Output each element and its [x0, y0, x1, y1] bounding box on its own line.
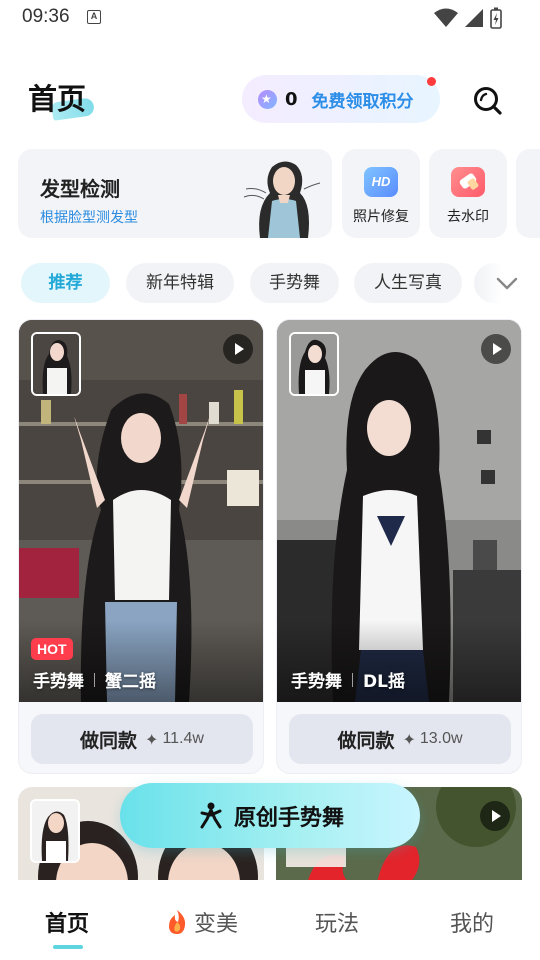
video-card[interactable]: HOT 手势舞 蟹二摇 做同款 ✦ 11.4w	[18, 319, 264, 774]
tab-recommend[interactable]: 推荐	[21, 263, 110, 303]
sparkle-icon: ✦	[145, 729, 159, 749]
bottom-nav: 首页 变美 玩法 我的	[0, 880, 540, 960]
original-gesture-dance-button[interactable]: 原创手势舞	[120, 783, 420, 848]
play-icon[interactable]	[223, 334, 253, 364]
card-tags: 手势舞 DL摇	[291, 667, 405, 692]
wifi-icon	[434, 8, 458, 27]
chevron-down-icon[interactable]	[495, 273, 519, 293]
tag-gesture-dance: 手势舞	[33, 672, 84, 692]
card-tags: 手势舞 蟹二摇	[33, 667, 156, 692]
active-tab-indicator	[53, 945, 83, 949]
usage-count: 11.4w	[162, 730, 204, 747]
eraser-icon	[451, 167, 485, 197]
nav-beautify[interactable]: 变美	[164, 906, 238, 938]
app-header: 首页 0 免费领取积分	[0, 70, 540, 130]
video-preview[interactable]: HOT 手势舞 蟹二摇	[19, 320, 263, 702]
more-feature-card-edge[interactable]	[516, 149, 540, 238]
hot-badge: HOT	[31, 638, 73, 660]
claim-points-label: 免费领取积分	[311, 91, 414, 112]
status-bar: 09:36 A	[0, 0, 540, 34]
hairstyle-detect-card[interactable]: 发型检测 根据脸型测发型	[18, 149, 332, 238]
points-star-icon	[258, 89, 277, 109]
status-time: 09:36	[22, 6, 70, 27]
make-same-button[interactable]: 做同款 ✦ 11.4w	[31, 714, 253, 764]
banner-label: 原创手势舞	[233, 805, 344, 831]
remove-watermark-card[interactable]: 去水印	[429, 149, 507, 238]
hd-icon: HD	[364, 167, 398, 197]
tag-song: DL摇	[363, 672, 405, 692]
status-icons	[434, 7, 502, 29]
battery-icon	[490, 7, 502, 29]
photo-repair-card[interactable]: HD 照片修复	[342, 149, 420, 238]
photo-repair-label: 照片修复	[353, 209, 409, 225]
video-card[interactable]: 手势舞 DL摇 做同款 ✦ 13.0w	[276, 319, 522, 774]
avatar-thumbnail	[30, 799, 80, 863]
notification-dot	[427, 77, 436, 86]
category-tabs: 推荐 新年特辑 手势舞 人生写真	[21, 263, 540, 303]
nav-beautify-label: 变美	[194, 912, 239, 937]
tab-gesture-dance[interactable]: 手势舞	[250, 263, 339, 303]
play-icon[interactable]	[481, 334, 511, 364]
make-same-label: 做同款	[337, 729, 395, 752]
tag-gesture-dance: 手势舞	[291, 672, 342, 692]
nav-home[interactable]: 首页	[45, 906, 89, 938]
flame-icon	[169, 910, 186, 934]
tag-song: 蟹二摇	[105, 672, 156, 692]
nav-mine[interactable]: 我的	[450, 906, 494, 938]
feature-subtitle: 根据脸型测发型	[40, 210, 138, 226]
tab-life-portrait[interactable]: 人生写真	[354, 263, 462, 303]
avatar-thumbnail	[289, 332, 339, 396]
page-title: 首页	[28, 82, 87, 116]
hd-badge-text: HD	[371, 174, 391, 189]
tab-new-year[interactable]: 新年特辑	[126, 263, 234, 303]
make-same-button[interactable]: 做同款 ✦ 13.0w	[289, 714, 511, 764]
search-icon[interactable]	[470, 83, 504, 117]
portrait-image	[243, 161, 321, 238]
nav-play[interactable]: 玩法	[315, 906, 359, 938]
sparkle-icon: ✦	[402, 729, 416, 749]
feature-row: 发型检测 根据脸型测发型 HD 照片修复 去水印	[18, 149, 540, 239]
make-same-label: 做同款	[80, 729, 138, 752]
play-icon[interactable]	[480, 801, 510, 831]
feature-title: 发型检测	[40, 177, 120, 201]
usage-count: 13.0w	[419, 730, 463, 747]
notification-icon: A	[87, 10, 101, 24]
signal-icon	[465, 9, 483, 27]
remove-watermark-label: 去水印	[447, 209, 489, 225]
video-preview[interactable]: 手势舞 DL摇	[277, 320, 521, 702]
points-pill-button[interactable]: 0 免费领取积分	[242, 75, 440, 123]
tag-separator	[94, 672, 95, 687]
tag-separator	[352, 672, 353, 687]
ai-dance-icon	[200, 802, 222, 828]
points-count: 0	[285, 88, 298, 110]
avatar-thumbnail	[31, 332, 81, 396]
